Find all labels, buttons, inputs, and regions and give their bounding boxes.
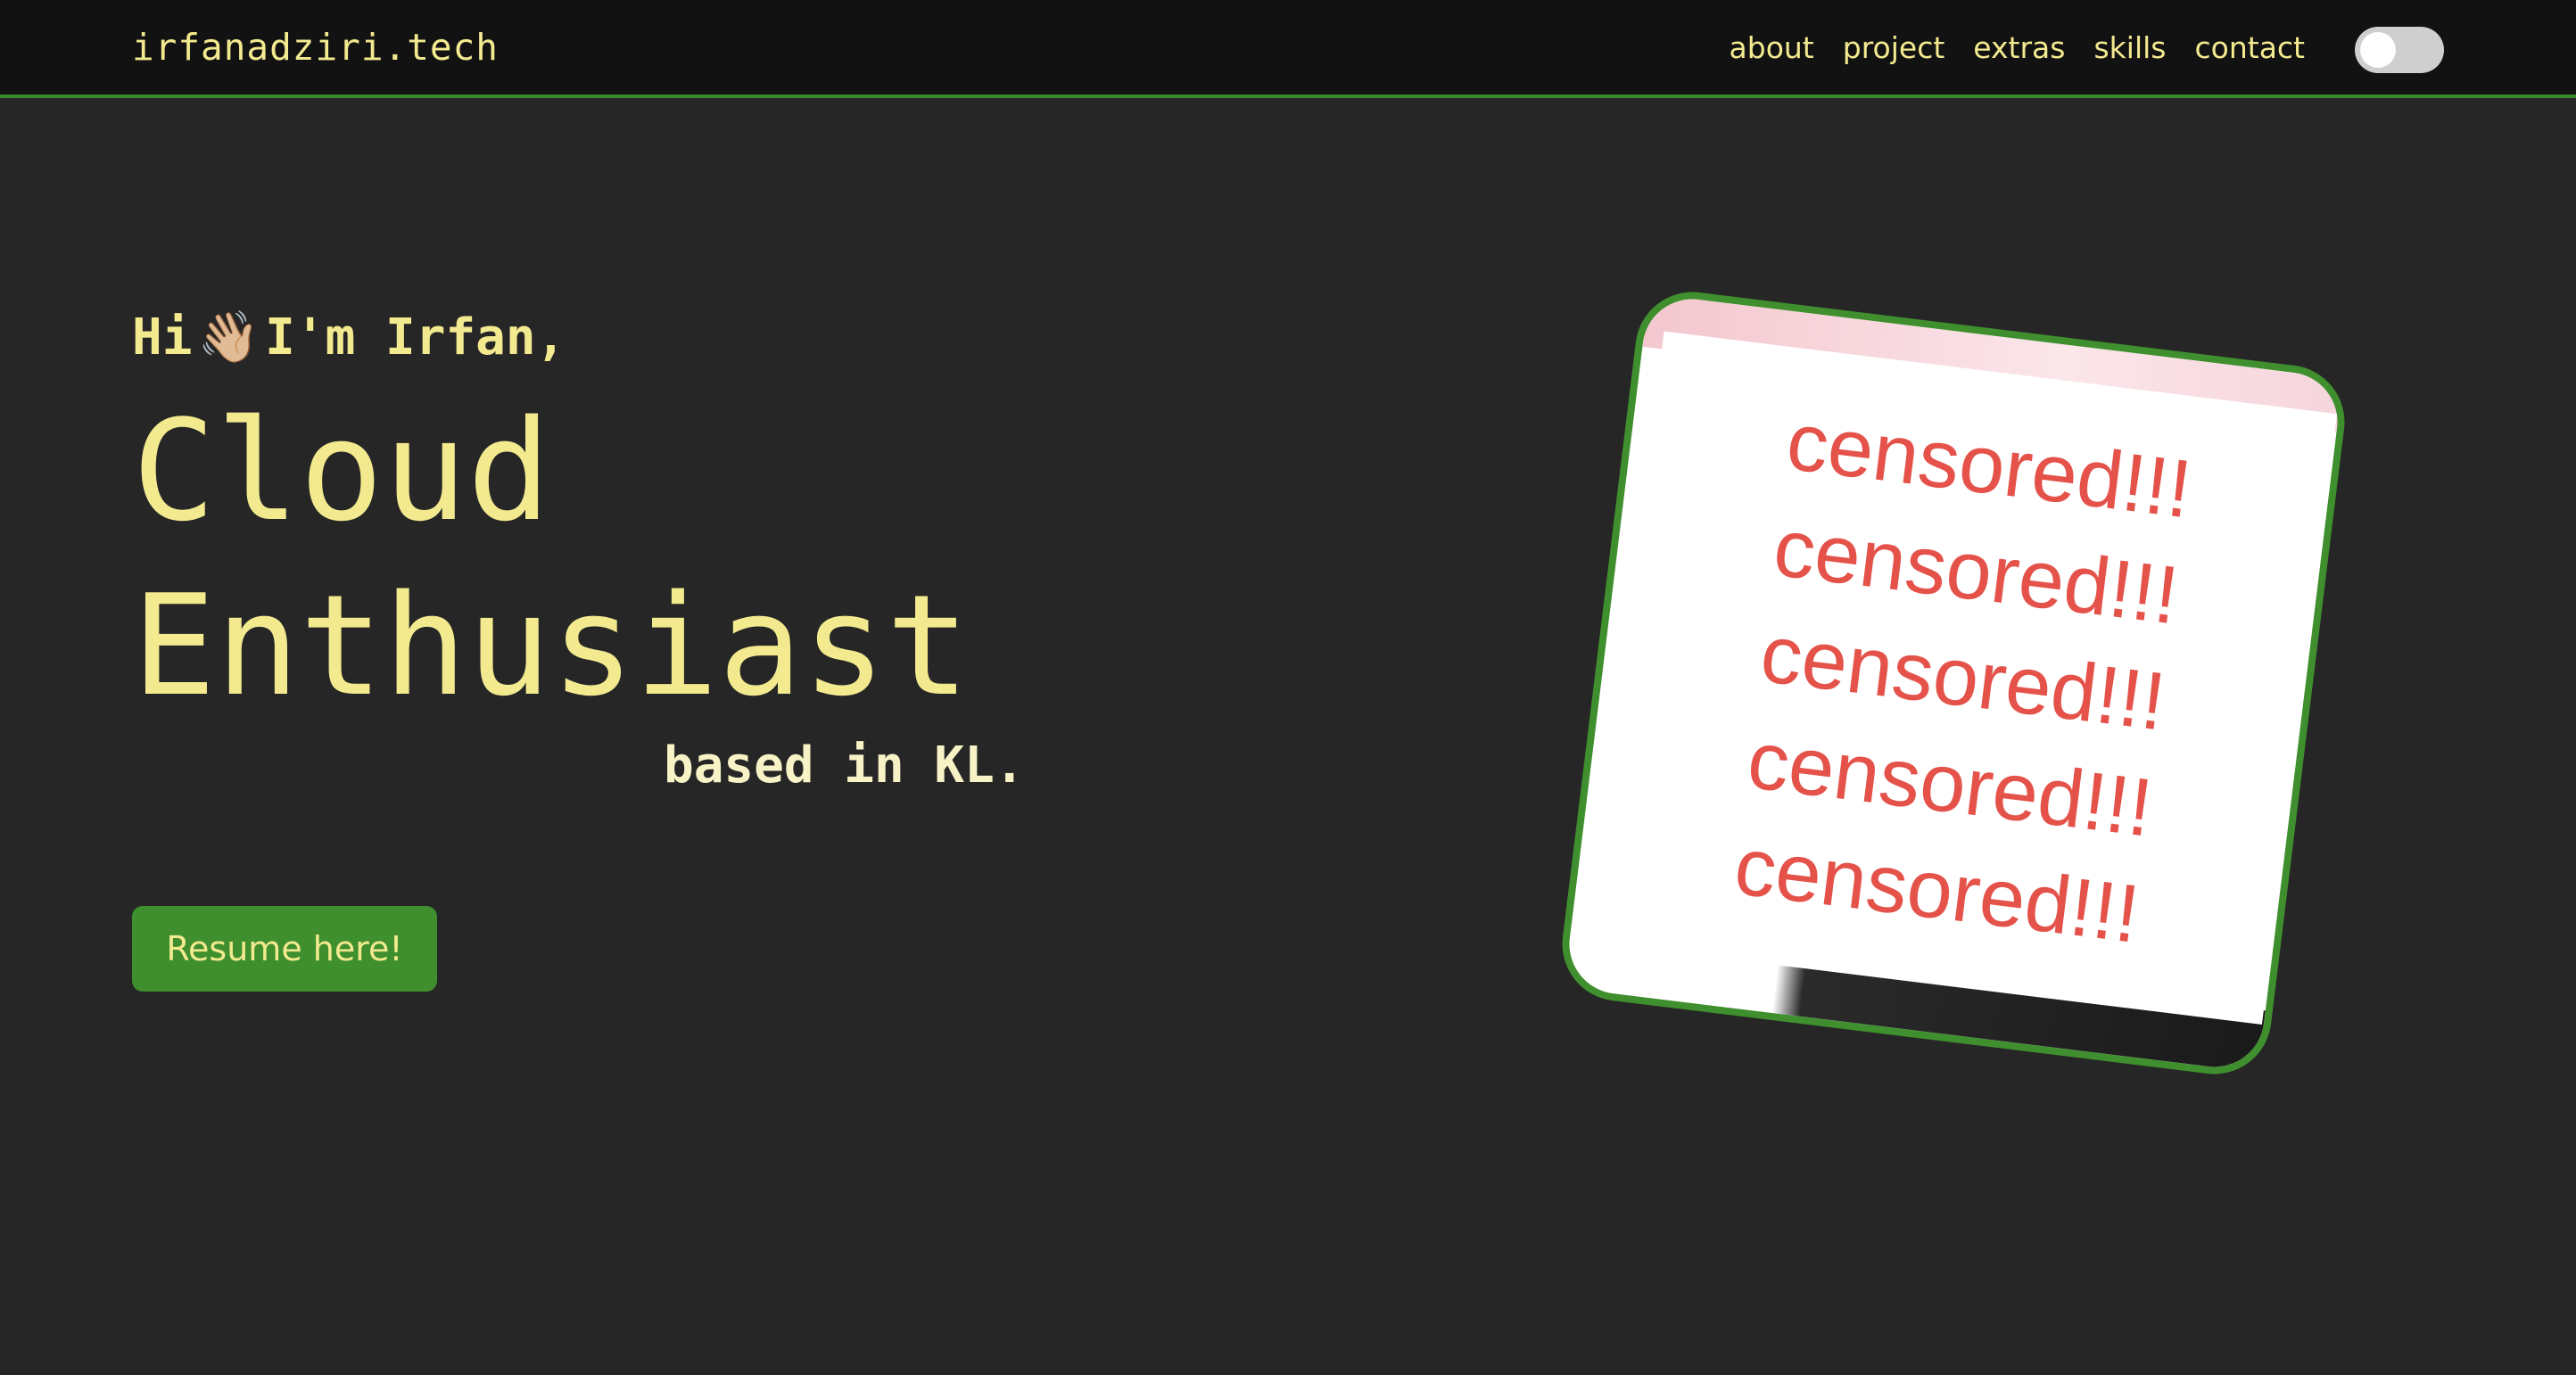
- profile-photo-card: censored!!! censored!!! censored!!! cens…: [1556, 285, 2351, 1081]
- resume-button[interactable]: Resume here!: [132, 906, 437, 992]
- greeting: Hi 👋🏼 I'm Irfan,: [132, 309, 566, 366]
- navbar: irfanadziri.tech about project extras sk…: [0, 0, 2576, 98]
- nav-link-project[interactable]: project: [1843, 30, 1945, 65]
- headline: Cloud Enthusiast: [132, 383, 970, 733]
- censored-overlay: censored!!! censored!!! censored!!! cens…: [1589, 331, 2337, 1025]
- location-text: based in KL.: [664, 737, 1025, 795]
- greeting-hi: Hi: [132, 309, 193, 366]
- waving-hand-icon: 👋🏼: [197, 308, 260, 366]
- brand-link[interactable]: irfanadziri.tech: [132, 0, 499, 98]
- nav-link-about[interactable]: about: [1730, 30, 1814, 65]
- nav-link-skills[interactable]: skills: [2093, 30, 2166, 65]
- nav-link-contact[interactable]: contact: [2195, 30, 2306, 65]
- toggle-knob: [2360, 32, 2396, 68]
- greeting-name: I'm Irfan,: [265, 309, 566, 366]
- nav-links: about project extras skills contact: [1730, 0, 2305, 95]
- theme-toggle[interactable]: [2355, 27, 2444, 73]
- page: irfanadziri.tech about project extras sk…: [0, 0, 2576, 1375]
- nav-link-extras[interactable]: extras: [1973, 30, 2065, 65]
- headline-line-1: Cloud: [132, 390, 551, 552]
- headline-line-2: Enthusiast: [132, 564, 970, 727]
